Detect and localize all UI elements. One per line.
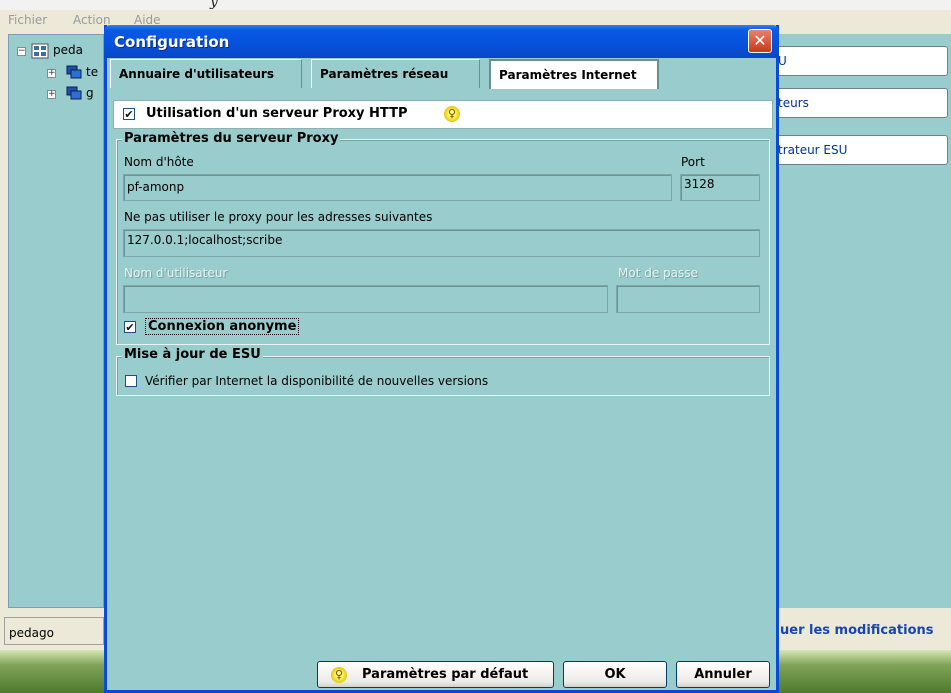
anonymous-checkbox[interactable]: ✔ (124, 321, 136, 333)
tree-collapse-toggle[interactable]: − (17, 47, 26, 56)
exclusions-input[interactable]: 127.0.0.1;localhost;scribe (123, 229, 760, 257)
exclusions-label: Ne pas utiliser le proxy pour les adress… (124, 210, 433, 224)
tab-reseau[interactable]: Paramètres réseau (311, 59, 480, 88)
close-icon[interactable]: ✕ (748, 29, 772, 53)
action-panel (775, 34, 951, 608)
proxy-checkbox[interactable]: ✔ (123, 108, 135, 120)
anonymous-label[interactable]: Connexion anonyme (145, 318, 300, 335)
host-input[interactable]: pf-amonp (123, 174, 672, 201)
update-group-title: Mise à jour de ESU (122, 347, 263, 362)
window-title-fragment: y (210, 0, 218, 10)
group-icon (66, 65, 82, 79)
lightbulb-icon: ♀ (444, 106, 460, 122)
password-label: Mot de passe (618, 266, 698, 280)
ok-button[interactable]: OK (563, 661, 667, 688)
dialog-title: Configuration (114, 33, 230, 51)
tree-child-label[interactable]: g (86, 86, 94, 100)
cancel-button[interactable]: Annuler (676, 661, 770, 688)
defaults-button-label: Paramètres par défaut (362, 667, 529, 682)
menu-fichier[interactable]: Fichier (8, 13, 47, 27)
tree-expand-toggle[interactable]: + (47, 90, 56, 99)
side-button-users[interactable]: teurs (771, 88, 948, 118)
network-root-icon (31, 43, 49, 59)
tree-root-label[interactable]: peda (53, 43, 83, 57)
tab-annuaire[interactable]: Annuaire d'utilisateurs (110, 59, 302, 88)
proxy-group-title: Paramètres du serveur Proxy (122, 131, 341, 146)
side-button-esu[interactable]: U (771, 46, 948, 76)
port-input[interactable]: 3128 (680, 174, 760, 201)
tree-child-label[interactable]: te (86, 65, 98, 79)
status-current-group: pedago (4, 617, 104, 645)
group-icon (66, 86, 82, 100)
tab-internet[interactable]: Paramètres Internet (489, 59, 659, 89)
update-check-label[interactable]: Vérifier par Internet la disponibilité d… (145, 374, 488, 388)
proxy-checkbox-label[interactable]: Utilisation d'un serveur Proxy HTTP (146, 106, 408, 121)
defaults-button[interactable]: ♀ Paramètres par défaut (317, 661, 554, 688)
tree-panel (8, 34, 104, 608)
tree-expand-toggle[interactable]: + (47, 69, 56, 78)
password-input (616, 285, 760, 313)
host-label: Nom d'hôte (124, 155, 194, 169)
port-label: Port (681, 155, 705, 169)
window-top-strip (0, 0, 951, 10)
username-label: Nom d'utilisateur (124, 266, 228, 280)
apply-changes-link[interactable]: uer les modifications (780, 623, 934, 638)
lightbulb-icon: ♀ (331, 667, 347, 683)
update-check-checkbox[interactable] (125, 375, 137, 387)
username-input (123, 285, 608, 313)
side-button-admin-esu[interactable]: trateur ESU (771, 135, 948, 165)
